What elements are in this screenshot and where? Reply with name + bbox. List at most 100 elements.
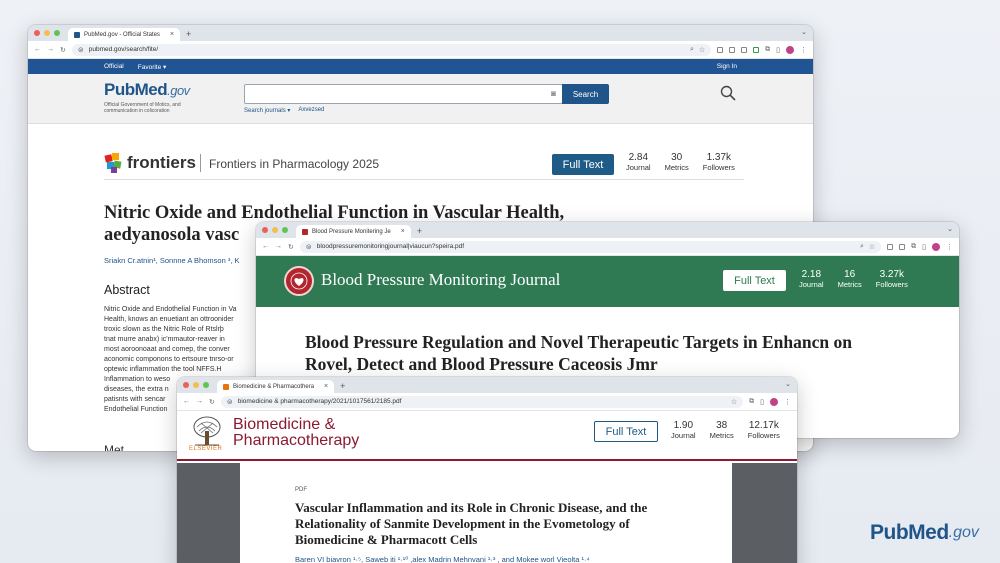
search-journals-link[interactable]: Search journals ▾ [244,107,290,114]
article-authors[interactable]: Sriakn Cr.atnin¹, Sonnne A Bhomson ³, K [104,256,240,265]
maximize-window-button[interactable] [282,227,288,233]
address-bar[interactable]: ⊜ biomedicine & pharmacotherapy/2021/101… [220,395,744,408]
maximize-window-button[interactable] [54,30,60,36]
close-tab-icon[interactable]: × [170,31,174,38]
profile-avatar[interactable] [770,397,778,406]
menu-dots-icon[interactable]: ⋮ [784,398,791,406]
logo-tagline: Official Government of Motics, and commu… [104,102,181,114]
menu-dots-icon[interactable]: ⋮ [946,243,953,251]
frontiers-logo: frontiers [104,152,196,174]
extension-icon[interactable] [741,46,748,53]
new-tab-button[interactable]: + [186,28,191,41]
window-controls [34,25,60,41]
new-tab-button[interactable]: + [340,380,345,393]
pubmed-logo[interactable]: PubMed.gov Official Government of Motics… [104,80,214,114]
profile-avatar[interactable] [786,45,794,54]
close-window-button[interactable] [183,382,189,388]
minimize-window-button[interactable] [193,382,199,388]
extensions-puzzle-icon[interactable]: ⧉ [911,243,916,251]
tab-bio[interactable]: Biomedicine & Pharmacothera × [217,380,335,393]
reload-icon[interactable]: ↻ [288,243,294,251]
profile-avatar[interactable] [932,242,940,251]
metric-followers: 1.37k Followers [702,152,735,173]
forward-icon[interactable]: → [275,243,282,250]
side-panel-icon[interactable]: ▯ [776,46,780,54]
back-icon[interactable]: ← [34,46,41,53]
journal-metrics: 1.90 Journal 38 Metrics 12.17k Followers [671,421,780,441]
search-input[interactable]: ◙ [244,84,563,104]
advanced-link[interactable]: Axvezsed [298,107,324,114]
sign-in-link[interactable]: Sign In [717,63,737,70]
full-text-button[interactable]: Full Text [552,154,614,175]
bookmark-star-icon[interactable]: ☆ [699,46,705,54]
zoom-icon[interactable]: ⌕ [690,46,694,54]
maximize-window-button[interactable] [203,382,209,388]
site-info-icon[interactable]: ⊜ [227,398,233,406]
url-text: biomedicine & pharmacotherapy/2021/10175… [237,398,402,405]
extension-icon[interactable] [887,243,894,250]
frontiers-mark-icon [104,153,122,173]
minimize-window-button[interactable] [272,227,278,233]
extension-icon[interactable] [729,46,736,53]
forward-icon[interactable]: → [47,46,54,53]
extensions-puzzle-icon[interactable]: ⧉ [749,398,754,406]
publisher-name: ELSEVIER [189,446,223,452]
full-text-button[interactable]: Full Text [594,421,658,442]
full-text-button[interactable]: Full Text [723,270,786,291]
logo-pub: Pub [870,521,909,544]
tab-pubmed[interactable]: PubMed.gov - Official States × [68,28,181,41]
article-title: Vascular Inflammation and its Role in Ch… [295,500,648,547]
reload-icon[interactable]: ↻ [209,398,215,406]
favorite-menu[interactable]: Favorite ▾ [138,63,167,71]
metric-metrics: 16 Metrics [837,269,862,290]
close-tab-icon[interactable]: × [401,228,405,235]
tab-title: Blood Pressure Monitering Je [312,228,391,235]
pubmed-corner-logo: Pub Med .gov [870,521,979,545]
journal-banner: ELSEVIER Biomedicine & Pharmacotherapy F… [177,411,797,461]
address-bar[interactable]: ⊜ pubmed.gov/search/fite/ ⌕ ☆ [71,43,712,56]
tab-list-chevron-icon[interactable]: ⌄ [785,380,791,388]
official-link[interactable]: Official [104,63,124,70]
window-controls [183,377,209,393]
search-sublinks: Search journals ▾ Axvezsed [244,107,324,114]
extension-icon[interactable] [899,243,906,250]
back-icon[interactable]: ← [262,243,269,250]
tab-bpm[interactable]: Blood Pressure Monitering Je × [296,225,411,238]
tab-list-chevron-icon[interactable]: ⌄ [801,28,807,36]
window-controls [262,222,288,238]
magnifier-icon[interactable] [720,85,736,101]
site-info-icon[interactable]: ⊜ [306,243,312,251]
address-bar[interactable]: ⊜ bloodpressuremonitoringjournal|viaucun… [299,240,882,253]
extensions-puzzle-icon[interactable]: ⧉ [765,46,770,54]
article-authors[interactable]: Baren VI biavron ¹·⁵, Saweb iti ¹·¹⁰ ,al… [295,555,590,563]
site-info-icon[interactable]: ⊜ [78,46,84,54]
frontiers-wordmark: frontiers [127,153,196,172]
bookmark-star-icon[interactable]: ☆ [731,398,737,406]
new-tab-button[interactable]: + [417,225,422,238]
metric-journal: 2.84 Journal [626,152,651,173]
elsevier-tree-icon [193,416,221,446]
search-button[interactable]: Search [562,84,609,104]
minimize-window-button[interactable] [44,30,50,36]
bookmark-star-icon[interactable]: ☆ [869,243,875,251]
tab-list-chevron-icon[interactable]: ⌄ [947,225,953,233]
close-tab-icon[interactable]: × [324,383,328,390]
metric-metrics: 30 Metrics [664,152,689,173]
heart-emblem-icon [284,266,314,296]
browser-toolbar: ← → ↻ ⊜ pubmed.gov/search/fite/ ⌕ ☆ ⧉ ▯ … [28,41,813,59]
browser-toolbar: ← → ↻ ⊜ biomedicine & pharmacotherapy/20… [177,393,797,411]
close-window-button[interactable] [262,227,268,233]
extension-icon[interactable] [753,46,760,53]
side-panel-icon[interactable]: ▯ [922,243,926,251]
metric-followers: 12.17k Followers [747,420,780,441]
back-icon[interactable]: ← [183,398,190,405]
camera-icon[interactable]: ◙ [551,89,556,98]
reload-icon[interactable]: ↻ [60,46,66,54]
forward-icon[interactable]: → [196,398,203,405]
extension-icon[interactable] [717,46,724,53]
side-panel-icon[interactable]: ▯ [760,398,764,406]
menu-dots-icon[interactable]: ⋮ [800,46,807,54]
close-window-button[interactable] [34,30,40,36]
zoom-icon[interactable]: ⌕ [860,243,864,251]
logo-gov: .gov [167,83,190,98]
